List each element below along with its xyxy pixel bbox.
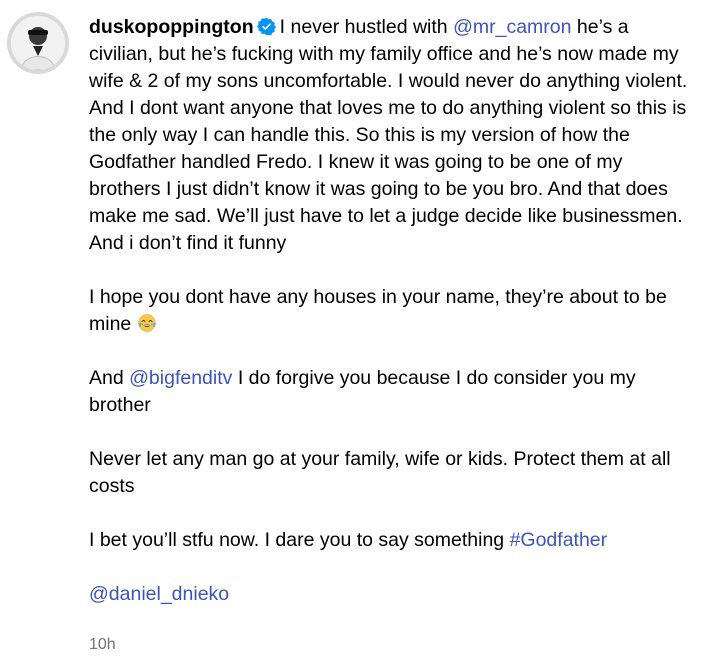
- laughing-tears-emoji-icon: [137, 314, 156, 332]
- mention-link-mr-camron[interactable]: @mr_camron: [453, 16, 571, 38]
- avatar-story-ring[interactable]: [7, 12, 69, 74]
- caption: duskopoppington I never hustled with @mr_…: [89, 14, 689, 635]
- hashtag-link-godfather[interactable]: #Godfather: [510, 529, 608, 551]
- caption-text: I hope you dont have any houses in your …: [89, 286, 667, 335]
- caption-paragraph-1: duskopoppington I never hustled with @mr_…: [89, 14, 689, 257]
- instagram-comment: duskopoppington I never hustled with @mr_…: [0, 0, 706, 660]
- caption-text: And: [89, 367, 130, 389]
- mention-link-daniel-dnieko[interactable]: @daniel_dnieko: [89, 583, 229, 605]
- caption-paragraph-5: I bet you’ll stfu now. I dare you to say…: [89, 527, 689, 554]
- username-link[interactable]: duskopoppington: [89, 16, 254, 38]
- caption-paragraph-3: And @bigfenditv I do forgive you because…: [89, 365, 689, 419]
- caption-text: I never hustled with: [279, 16, 454, 38]
- avatar-image: [11, 16, 65, 70]
- caption-paragraph-4: Never let any man go at your family, wif…: [89, 448, 671, 497]
- mention-link-bigfenditv[interactable]: @bigfenditv: [129, 367, 232, 389]
- caption-text: I bet you’ll stfu now. I dare you to say…: [89, 529, 510, 551]
- caption-paragraph-2: I hope you dont have any houses in your …: [89, 284, 689, 338]
- caption-text: he’s a civilian, but he’s fucking with m…: [89, 16, 688, 254]
- timestamp[interactable]: 10h: [89, 636, 116, 654]
- avatar[interactable]: [11, 16, 65, 70]
- caption-paragraph-6: @daniel_dnieko: [89, 581, 689, 608]
- verified-badge-icon: [256, 17, 276, 36]
